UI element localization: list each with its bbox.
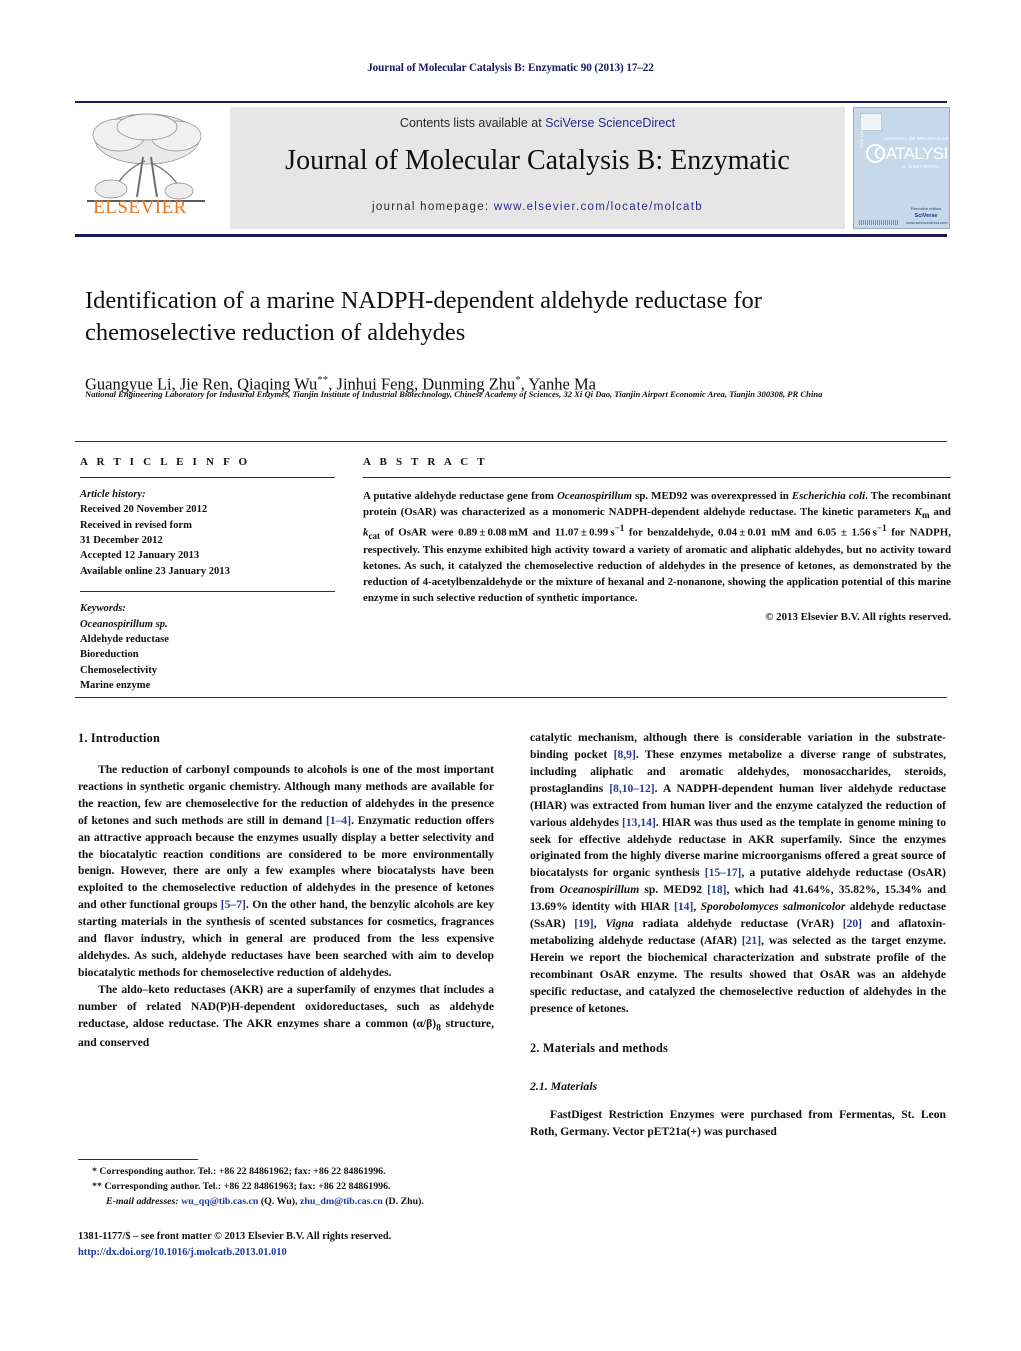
info-band-bottom-rule [75, 697, 947, 698]
keyword-item: Marine enzyme [80, 679, 151, 691]
history-item: Accepted 12 January 2013 [80, 550, 200, 562]
journal-masthead: ELSEVIER Contents lists available at Sci… [75, 101, 950, 237]
email-link-wu[interactable]: wu_qq@tib.cas.cn [181, 1196, 258, 1207]
history-item: Received 20 November 2012 [80, 504, 208, 516]
paragraph: The reduction of carbonyl compounds to a… [78, 762, 494, 980]
cover-issn-text: ISSN 1381-1177 [859, 118, 864, 148]
elsevier-wordmark: ELSEVIER [93, 197, 187, 218]
abstract-heading: A B S T R A C T [363, 456, 488, 468]
doi-link[interactable]: http://dx.doi.org/10.1016/j.molcatb.2013… [78, 1245, 548, 1261]
imprint-block: 1381-1177/$ – see front matter © 2013 El… [78, 1229, 548, 1260]
footnote-rule [78, 1159, 198, 1160]
issn-copyright-line: 1381-1177/$ – see front matter © 2013 El… [78, 1231, 392, 1242]
section-heading-introduction: 1. Introduction [78, 731, 161, 745]
journal-cover-thumbnail[interactable]: ISSN 1381-1177 JOURNAL OF MOLECULAR CATA… [853, 107, 950, 229]
footnote-emails: E-mail addresses: wu_qq@tib.cas.cn (Q. W… [78, 1195, 494, 1210]
body-left-column: 1. Introduction The reduction of carbony… [78, 730, 494, 1052]
subsection-heading-materials: 2.1. Materials [530, 1078, 598, 1093]
abstract-column: A B S T R A C T A putative aldehyde redu… [363, 456, 951, 623]
keyword-item: Oceanospirillum sp. [80, 618, 168, 630]
article-title: Identification of a marine NADPH-depende… [85, 287, 762, 347]
copyright-line: © 2013 Elsevier B.V. All rights reserved… [765, 611, 951, 624]
history-item: 31 December 2012 [80, 535, 163, 547]
abstract-rule [363, 477, 951, 478]
email-owner-wu: (Q. Wu), [260, 1195, 298, 1207]
history-item: Available online 23 January 2013 [80, 565, 230, 577]
journal-article-page: Journal of Molecular Catalysis B: Enzyma… [0, 0, 1021, 1351]
sciencedirect-link[interactable]: SciVerse ScienceDirect [545, 116, 675, 130]
email-addresses-label: E-mail addresses: [106, 1195, 179, 1207]
keyword-item: Bioreduction [80, 649, 139, 661]
email-link-zhu[interactable]: zhu_dm@tib.cas.cn [300, 1196, 383, 1207]
article-history-label: Article history: [80, 489, 146, 500]
running-head: Journal of Molecular Catalysis B: Enzyma… [367, 62, 654, 74]
cover-editor-name: SciVerse [914, 213, 938, 219]
footnote-corresponding-author-1: * Corresponding author. Tel.: +86 22 848… [92, 1166, 386, 1177]
footnote-corresponding-author-2: ** Corresponding author. Tel.: +86 22 84… [92, 1180, 391, 1192]
paragraph: catalytic mechanism, although there is c… [530, 731, 947, 1015]
keywords-label: Keywords: [80, 603, 126, 615]
cover-editor-extra: www.sciencedirect.com [906, 220, 948, 226]
cover-journal-small-text: JOURNAL OF MOLECULAR [884, 136, 949, 141]
cover-subtitle: B: ENZYMATIC [902, 165, 941, 170]
keyword-item: Chemoselectivity [80, 664, 158, 676]
journal-homepage-link[interactable]: www.elsevier.com/locate/molcatb [494, 201, 703, 213]
keywords-rule [80, 591, 335, 593]
cover-main-title: CATALYSIS [874, 144, 950, 163]
cover-editor-label: Executive editors [910, 206, 942, 211]
body-right-column: catalytic mechanism, although there is c… [530, 730, 946, 1141]
cover-barcode-icon [859, 220, 899, 225]
email-owner-zhu: (D. Zhu). [385, 1195, 424, 1207]
masthead-bottom-rule [75, 234, 947, 237]
affiliation: National Engineering Laboratory for Indu… [85, 389, 823, 399]
homepage-prefix: journal homepage: [372, 201, 494, 213]
contents-available-line: Contents lists available at SciVerse Sci… [230, 116, 845, 130]
article-info-heading: A R T I C L E I N F O [80, 456, 251, 468]
contents-prefix: Contents lists available at [399, 116, 546, 130]
section-heading-materials-and-methods: 2. Materials and methods [530, 1040, 669, 1055]
paragraph: FastDigest Restriction Enzymes were purc… [530, 1107, 946, 1138]
info-band-top-rule [75, 441, 947, 442]
journal-homepage-line: journal homepage: www.elsevier.com/locat… [230, 201, 845, 213]
cover-footer: Executive editors SciVerse www.sciencedi… [906, 206, 948, 226]
article-info-rule [80, 477, 335, 478]
keywords-block: Keywords: Oceanospirillum sp. Aldehyde r… [80, 591, 335, 693]
keywords-list: Keywords: Oceanospirillum sp. Aldehyde r… [80, 601, 335, 693]
journal-title: Journal of Molecular Catalysis B: Enzyma… [285, 145, 790, 176]
paragraph: The aldo–keto reductases (AKR) are a sup… [78, 982, 494, 1050]
article-info-column: A R T I C L E I N F O Article history: R… [80, 456, 335, 693]
article-history: Article history: Received 20 November 20… [80, 487, 335, 579]
footnotes-block: * Corresponding author. Tel.: +86 22 848… [78, 1165, 494, 1210]
masthead-center-panel: Contents lists available at SciVerse Sci… [230, 107, 845, 229]
masthead-top-rule [75, 101, 947, 103]
history-item: Received in revised form [80, 519, 192, 531]
abstract-text: A putative aldehyde reductase gene from … [363, 490, 952, 605]
keyword-item: Aldehyde reductase [80, 633, 169, 645]
